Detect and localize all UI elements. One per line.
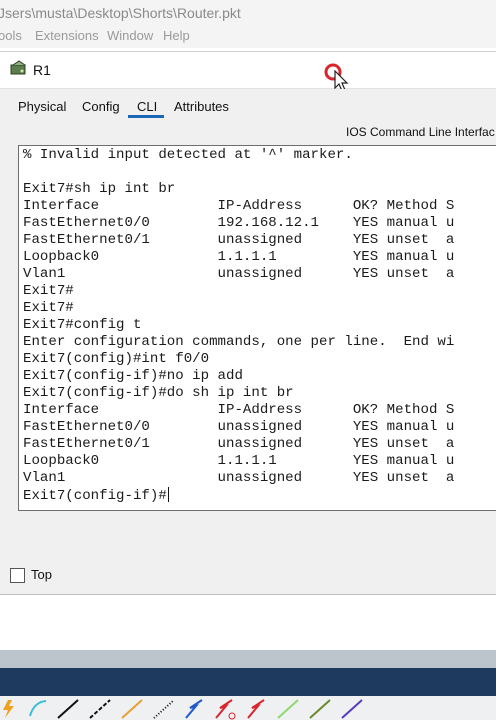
menu-window[interactable]: Window	[107, 28, 153, 43]
serial-dte-icon[interactable]	[247, 699, 265, 719]
console-line: Exit7#sh ip int br	[23, 181, 176, 197]
tab-config[interactable]: Config	[82, 99, 120, 114]
console-cable-icon[interactable]	[29, 700, 47, 717]
menu-extensions[interactable]: Extensions	[35, 28, 99, 43]
device-window-header: R1	[0, 52, 496, 92]
cli-console[interactable]: % Invalid input detected at '^' marker. E…	[18, 145, 496, 511]
fiber-cable-icon[interactable]	[121, 699, 143, 719]
console-line: Loopback0 1.1.1.1 YES manual u	[23, 453, 455, 469]
straight-cable-icon[interactable]	[57, 699, 79, 719]
lightning-connection-icon[interactable]	[3, 700, 14, 718]
console-line: Vlan1 unassigned YES unset a	[23, 470, 455, 486]
usb-cable-icon[interactable]	[341, 699, 363, 719]
router-icon	[10, 60, 26, 75]
tab-strip: Physical Config CLI Attributes	[0, 89, 496, 123]
taskbar	[0, 668, 496, 696]
console-line: FastEthernet0/1 unassigned YES unset a	[23, 232, 455, 248]
console-line: FastEthernet0/0 192.168.12.1 YES manual …	[23, 215, 455, 231]
app-title-bar: Jsers\musta\Desktop\Shorts\Router.pkt	[0, 0, 496, 26]
menu-tools[interactable]: ools	[0, 28, 22, 43]
octal-cable-icon[interactable]	[277, 699, 299, 719]
console-line: Exit7(config-if)#no ip add	[23, 368, 243, 384]
console-line: Interface IP-Address OK? Method S	[23, 402, 455, 418]
phone-cable-icon[interactable]	[153, 699, 175, 719]
console-line: Exit7#	[23, 283, 74, 299]
text-caret	[167, 487, 169, 502]
device-window: R1 Physical Config CLI Attributes IOS Co…	[0, 51, 496, 595]
workspace-band	[0, 650, 496, 668]
tab-cli[interactable]: CLI	[137, 99, 157, 114]
console-line: Exit7#config t	[23, 317, 142, 333]
console-line: Enter configuration commands, one per li…	[23, 334, 455, 350]
tab-physical[interactable]: Physical	[18, 99, 66, 114]
device-window-title: R1	[33, 62, 51, 78]
console-line: Vlan1 unassigned YES unset a	[23, 266, 455, 282]
tab-attributes[interactable]: Attributes	[174, 99, 229, 114]
top-checkbox-label: Top	[31, 567, 52, 582]
menu-bar: ools Extensions Window Help	[0, 26, 496, 48]
console-line: Loopback0 1.1.1.1 YES manual u	[23, 249, 455, 265]
console-line: FastEthernet0/0 unassigned YES manual u	[23, 419, 455, 435]
ios-cli-heading: IOS Command Line Interfac	[346, 125, 495, 139]
active-tab-indicator	[128, 115, 164, 118]
console-line: Exit7(config)#int f0/0	[23, 351, 210, 367]
top-checkbox[interactable]	[10, 568, 25, 583]
console-line: % Invalid input detected at '^' marker.	[23, 147, 353, 163]
console-line: Exit7(config-if)#	[23, 487, 169, 504]
console-output: % Invalid input detected at '^' marker. E…	[23, 147, 454, 504]
console-line: FastEthernet0/1 unassigned YES unset a	[23, 436, 455, 452]
menu-help[interactable]: Help	[163, 28, 190, 43]
console-line: Interface IP-Address OK? Method S	[23, 198, 455, 214]
console-line: Exit7(config-if)#do sh ip int br	[23, 385, 294, 401]
file-path-title: Jsers\musta\Desktop\Shorts\Router.pkt	[0, 5, 241, 21]
console-line: Exit7#	[23, 300, 74, 316]
connection-tools	[3, 699, 363, 720]
coaxial-cable-icon[interactable]	[185, 699, 203, 719]
crossover-cable-icon[interactable]	[89, 699, 111, 719]
iot-cable-icon[interactable]	[309, 699, 331, 719]
serial-dce-icon[interactable]	[215, 699, 236, 720]
